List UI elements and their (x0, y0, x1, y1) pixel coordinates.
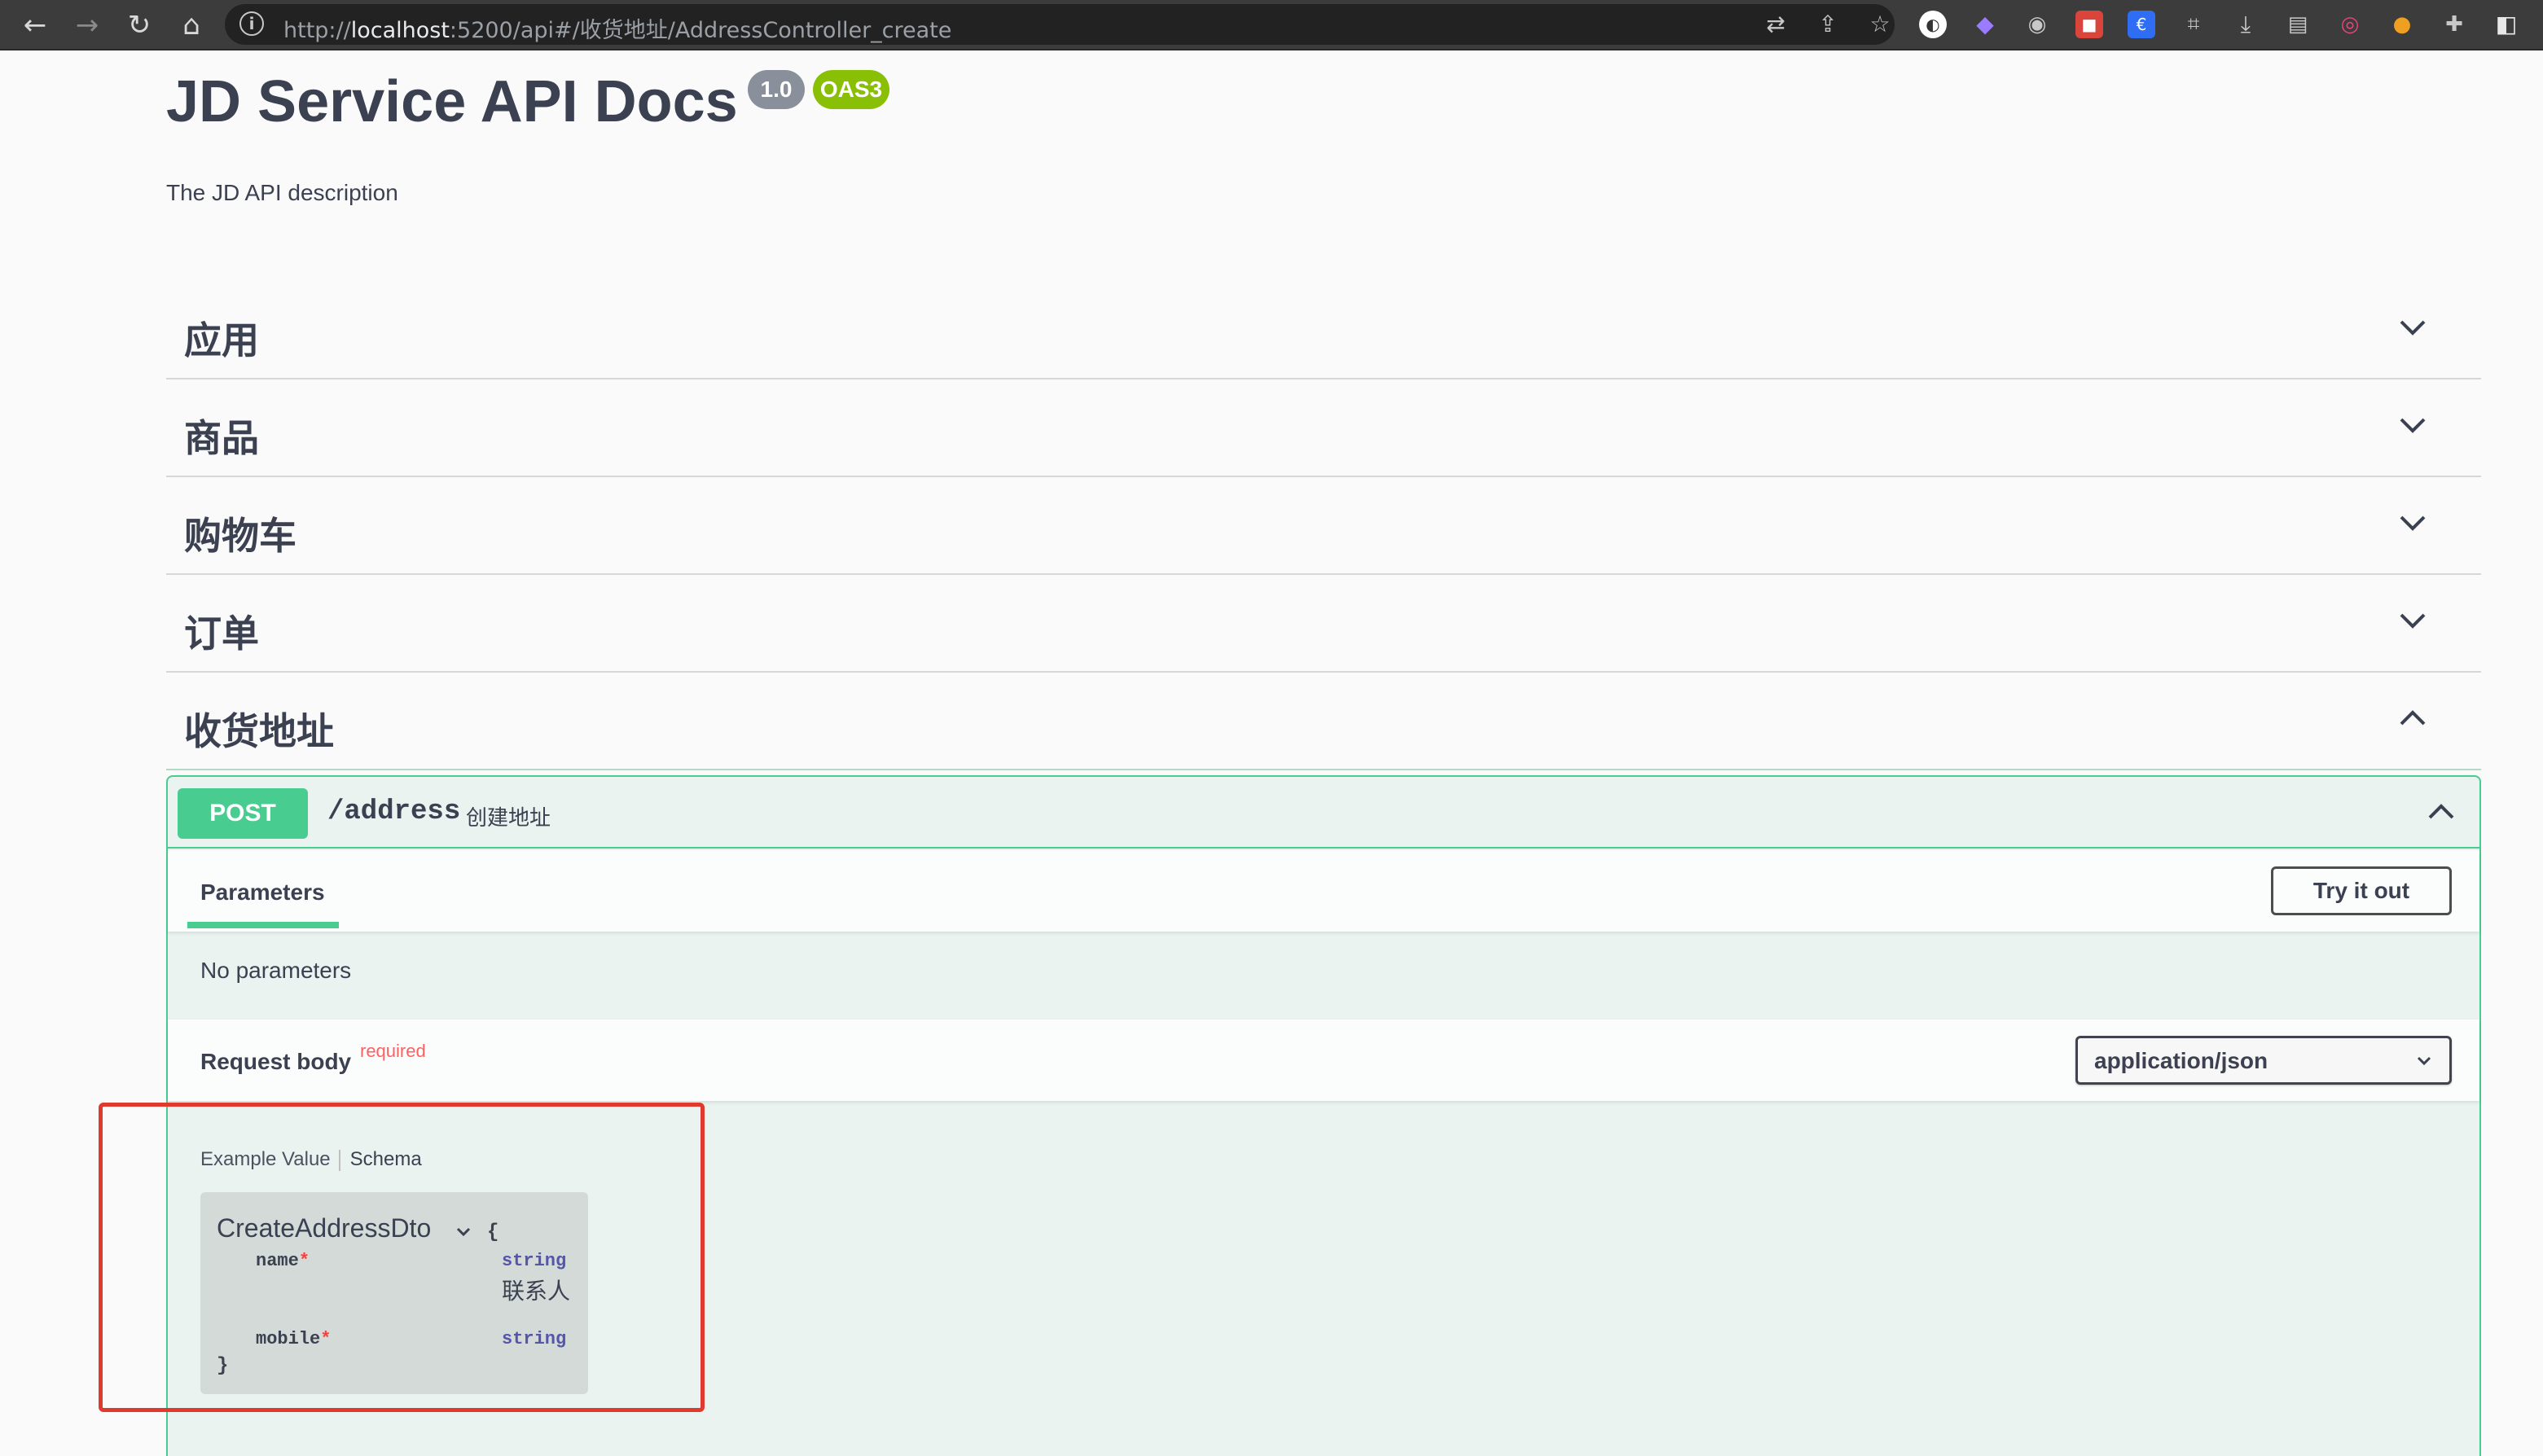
puzzle-icon[interactable]: ✚ (2440, 11, 2468, 38)
model-name[interactable]: CreateAddressDto (217, 1213, 431, 1243)
sidebar-icon[interactable]: ◧ (2492, 11, 2520, 38)
extension-orange-icon[interactable]: ● (2388, 11, 2416, 38)
tag-title: 商品 (184, 416, 259, 460)
request-body-label: Request body (200, 1049, 352, 1074)
schema-model-box: CreateAddressDto { name* string 联系人 mobi… (200, 1192, 588, 1394)
tag-title: 订单 (184, 612, 259, 656)
site-info-icon[interactable]: i (239, 11, 264, 36)
tag-section-goods[interactable]: 商品 (166, 381, 2481, 477)
tab-divider (338, 1149, 340, 1171)
browser-toolbar: ← → ↻ ⌂ i http://localhost:5200/api#/收货地… (0, 0, 2543, 50)
no-parameters-text: No parameters (200, 958, 352, 983)
extension-camera-icon[interactable]: ◉ (2023, 11, 2051, 38)
address-bar[interactable]: i http://localhost:5200/api#/收货地址/Addres… (225, 4, 1895, 45)
url-text[interactable]: http://localhost:5200/api#/收货地址/AddressC… (283, 12, 951, 44)
tag-section-address[interactable]: 收货地址 (166, 674, 2481, 770)
operation-summary[interactable]: POST /address 创建地址 (168, 777, 2479, 849)
reader-icon[interactable]: ▤ (2284, 11, 2312, 38)
tab-parameters[interactable]: Parameters (200, 879, 325, 906)
parameters-header: Parameters Try it out (168, 850, 2479, 932)
property-description: 联系人 (502, 1278, 571, 1305)
back-icon[interactable]: ← (16, 7, 54, 44)
tag-section-order[interactable]: 订单 (166, 577, 2481, 673)
extension-crop-icon[interactable]: ⌗ (2180, 11, 2207, 38)
required-label: required (360, 1041, 426, 1061)
try-it-out-button[interactable]: Try it out (2271, 866, 2452, 915)
chevron-up-icon[interactable] (2422, 793, 2460, 831)
tag-title: 购物车 (184, 514, 296, 558)
chevron-down-icon[interactable] (2393, 503, 2432, 542)
tab-schema[interactable]: Schema (350, 1148, 422, 1170)
property-type: string (502, 1251, 567, 1271)
operation-summary-text: 创建地址 (466, 806, 551, 831)
extension-red-icon[interactable]: ■ (2075, 11, 2103, 38)
close-brace: } (217, 1355, 229, 1377)
page-title: JD Service API Docs (166, 69, 738, 134)
model-tabs: Example Value Schema (200, 1148, 422, 1171)
chevron-down-icon (2417, 1056, 2431, 1066)
forward-icon[interactable]: → (68, 7, 106, 44)
version-badge: 1.0 (748, 70, 805, 109)
extension-circle-icon[interactable]: ◎ (2336, 11, 2364, 38)
tag-title: 应用 (184, 318, 259, 362)
extension-diamond-icon[interactable]: ◆ (1971, 11, 1999, 38)
chevron-down-icon[interactable] (453, 1221, 474, 1243)
api-description: The JD API description (166, 180, 398, 205)
tag-section-app[interactable]: 应用 (166, 283, 2481, 379)
oas-badge: OAS3 (813, 70, 889, 109)
property-type: string (502, 1329, 567, 1349)
content-type-select[interactable]: application/json (2075, 1036, 2452, 1085)
home-icon[interactable]: ⌂ (173, 7, 210, 44)
reload-icon[interactable]: ↻ (121, 7, 158, 44)
share-icon[interactable]: ⇪ (1815, 11, 1841, 37)
tab-example-value[interactable]: Example Value (200, 1148, 331, 1170)
chevron-down-icon[interactable] (2393, 601, 2432, 640)
tag-section-cart[interactable]: 购物车 (166, 479, 2481, 575)
chevron-down-icon[interactable] (2393, 308, 2432, 347)
operation-block-post-address: POST /address 创建地址 Parameters Try it out… (166, 775, 2481, 1456)
chevron-down-icon[interactable] (2393, 406, 2432, 445)
operation-path: /address (327, 796, 461, 827)
content-type-value: application/json (2094, 1048, 2268, 1073)
extension-euro-icon[interactable]: € (2128, 11, 2155, 38)
bookmark-star-icon[interactable]: ☆ (1867, 11, 1893, 37)
chevron-up-icon[interactable] (2393, 699, 2432, 738)
property-name: mobile* (256, 1329, 332, 1349)
open-brace: { (487, 1221, 499, 1243)
method-badge: POST (178, 788, 308, 839)
translate-icon[interactable]: ⇄ (1763, 11, 1789, 37)
profile-avatar-icon[interactable]: ◐ (1919, 11, 1947, 38)
active-tab-indicator (187, 922, 339, 928)
download-icon[interactable]: ⤓ (2232, 11, 2260, 38)
property-name: name* (256, 1251, 310, 1271)
tag-title: 收货地址 (184, 709, 334, 753)
